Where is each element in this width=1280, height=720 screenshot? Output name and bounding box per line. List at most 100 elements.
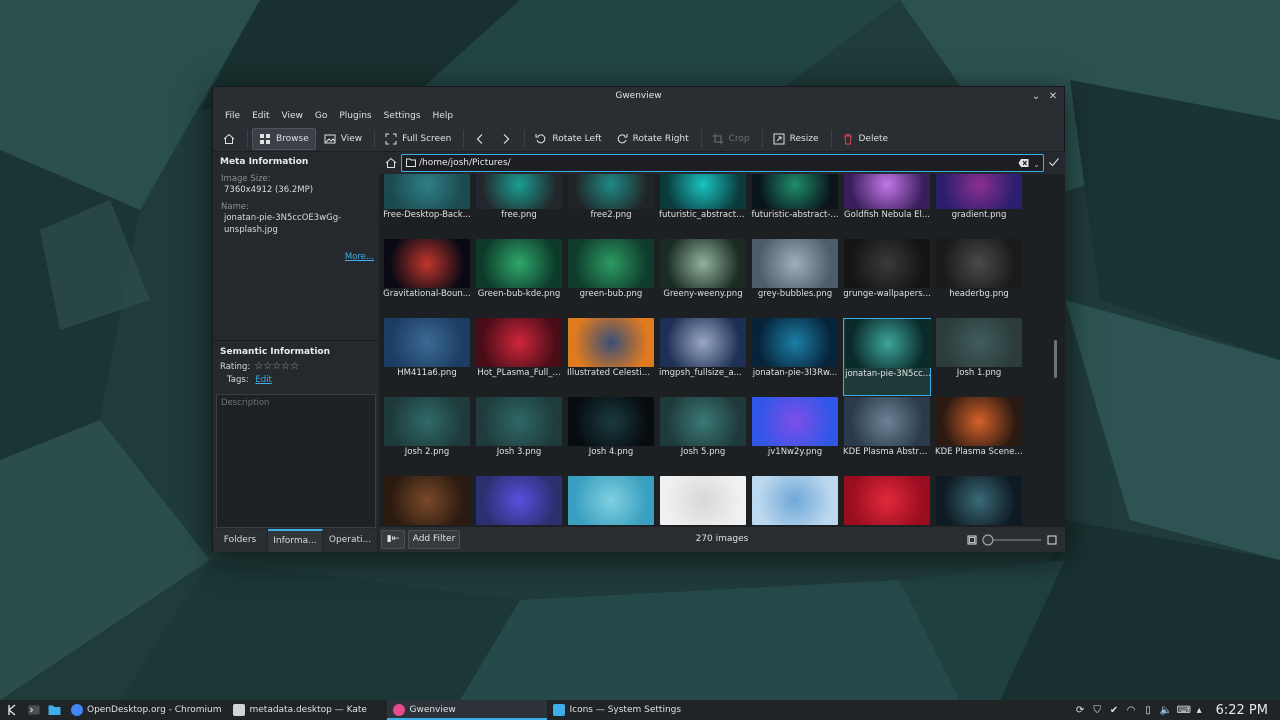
thumbnail-item[interactable]: Green-bub-kde.png [475,239,563,317]
tab-information[interactable]: Informa... [268,529,323,552]
thumbnail-item[interactable] [843,476,931,527]
thumbnail-item[interactable]: jonatan-pie-3l3Rw... [751,318,839,396]
thumbnail-item[interactable]: jonatan-pie-3N5cc... [843,318,931,396]
thumbnail-item[interactable]: Goldfish Nebula El... [843,174,931,238]
file-manager-launcher[interactable] [44,700,65,720]
thumbnail-image [660,397,746,446]
thumbnail-item[interactable]: Hot_PLasma_Full_... [475,318,563,396]
thumbnail-caption: HM411a6.png [397,368,457,378]
task-item[interactable]: metadata.desktop — Kate [227,700,387,720]
home-icon[interactable] [385,157,397,169]
thumbnail-item[interactable]: Josh 4.png [567,397,655,475]
home-button[interactable] [217,128,241,150]
thumbnail-item[interactable]: Gravitational-Boun... [383,239,471,317]
thumbnail-item[interactable]: Illustrated Celestial... [567,318,655,396]
zoom-handle[interactable] [982,534,994,546]
previous-button[interactable] [468,128,492,150]
tab-folders[interactable]: Folders [213,529,268,552]
thumbnail-item[interactable]: green-bub.png [567,239,655,317]
thumbnail-item[interactable]: free.png [475,174,563,238]
thumbnail-item[interactable]: KDE Plasma Scener... [935,397,1023,475]
rating-stars[interactable]: ☆☆☆☆☆ [254,361,299,372]
keyboard-layout-icon[interactable]: ⌨ [1177,705,1191,716]
tab-operations[interactable]: Operati... [323,529,378,552]
thumbnail-item[interactable]: free2.png [567,174,655,238]
delete-button[interactable]: Delete [836,128,895,150]
tray-expand-icon[interactable]: ▴ [1194,705,1205,716]
zoom-in-icon[interactable] [1047,535,1057,545]
thumbnail-item[interactable]: Josh 1.png [935,318,1023,396]
crop-button[interactable]: Crop [706,128,756,150]
name-value-cont: unsplash.jpg [224,225,278,235]
resize-button[interactable]: Resize [767,128,825,150]
name-value: jonatan-pie-3N5ccOE3wGg- [224,213,342,223]
scrollbar-handle[interactable] [1054,340,1057,378]
thumbnail-image [384,239,470,288]
volume-icon[interactable]: 🔈 [1160,705,1172,716]
chevron-left-icon [476,133,483,144]
clipboard-icon[interactable]: ⟳ [1075,705,1086,716]
rotate-left-button[interactable]: Rotate Left [529,128,607,150]
thumbnail-item[interactable] [475,476,563,527]
full-screen-button[interactable]: Full Screen [379,128,457,150]
image-size-value: 7360x4912 (36.2MP) [224,185,314,195]
path-input[interactable]: /home/josh/Pictures/ ⌄ [401,154,1044,172]
task-list: OpenDesktop.org - Chromium metadata.deskt… [65,700,707,720]
thumbnail-image [476,397,562,446]
menu-help[interactable]: Help [427,111,460,121]
app-icon [393,704,406,716]
thumbnail-item[interactable] [567,476,655,527]
description-textarea[interactable]: Description [216,394,376,528]
view-button[interactable]: View [318,128,368,150]
rotate-right-button[interactable]: Rotate Right [610,128,695,150]
thumbnail-item[interactable]: imgpsh_fullsize_an... [659,318,747,396]
thumbnail-item[interactable]: grunge-wallpapers... [843,239,931,317]
chevron-down-icon[interactable]: ⌄ [1033,157,1040,173]
menu-plugins[interactable]: Plugins [333,111,377,121]
thumbnail-item[interactable]: gradient.png [935,174,1023,238]
thumbnail-item[interactable]: KDE Plasma Abstra... [843,397,931,475]
menu-view[interactable]: View [276,111,309,121]
more-link[interactable]: More... [345,252,374,262]
menu-file[interactable]: File [219,111,246,121]
thumbnail-item[interactable] [659,476,747,527]
tags-edit-link[interactable]: Edit [255,375,271,385]
thumbnail-caption: Josh 5.png [680,447,726,457]
show-desktop-button[interactable] [24,700,44,720]
notifications-icon[interactable]: ✔ [1109,705,1120,716]
menu-edit[interactable]: Edit [246,111,275,121]
thumbnail-item[interactable]: futuristic-abstract-... [751,174,839,238]
thumbnail-item[interactable] [383,476,471,527]
next-button[interactable] [494,128,518,150]
minimize-icon[interactable]: ⌄ [1028,87,1044,106]
thumbnail-item[interactable]: jv1Nw2y.png [751,397,839,475]
thumbnail-item[interactable]: Josh 3.png [475,397,563,475]
wifi-icon[interactable]: ◠ [1126,705,1137,716]
checkmark-icon[interactable] [1048,156,1060,168]
shield-icon[interactable]: ⛉ [1092,705,1103,716]
thumbnail-item[interactable]: grey-bubbles.png [751,239,839,317]
chevron-right-icon [503,133,510,144]
thumbnail-item[interactable]: Josh 5.png [659,397,747,475]
thumbnail-item[interactable]: Greeny-weeny.png [659,239,747,317]
close-icon[interactable]: ✕ [1045,87,1061,106]
clock[interactable]: 6:22 PM [1216,703,1268,718]
thumbnail-item[interactable] [935,476,1023,527]
thumbnail-item[interactable]: futuristic_abstract_... [659,174,747,238]
thumbnail-item[interactable]: Josh 2.png [383,397,471,475]
clear-text-icon[interactable] [1018,158,1029,168]
menu-settings[interactable]: Settings [378,111,427,121]
task-item[interactable]: Gwenview [387,700,548,720]
browse-button[interactable]: Browse [252,127,316,150]
thumbnail-item[interactable]: Free-Desktop-Back... [383,174,471,238]
vertical-scrollbar[interactable] [1045,174,1065,527]
thumbnail-item[interactable] [751,476,839,527]
thumbnail-item[interactable]: headerbg.png [935,239,1023,317]
zoom-slider[interactable] [967,533,1057,547]
menu-go[interactable]: Go [309,111,333,121]
thumbnail-item[interactable]: HM411a6.png [383,318,471,396]
task-item[interactable]: Icons — System Settings [547,700,707,720]
battery-icon[interactable]: ▯ [1143,705,1154,716]
app-launcher[interactable] [0,700,24,720]
task-item[interactable]: OpenDesktop.org - Chromium [65,700,227,720]
